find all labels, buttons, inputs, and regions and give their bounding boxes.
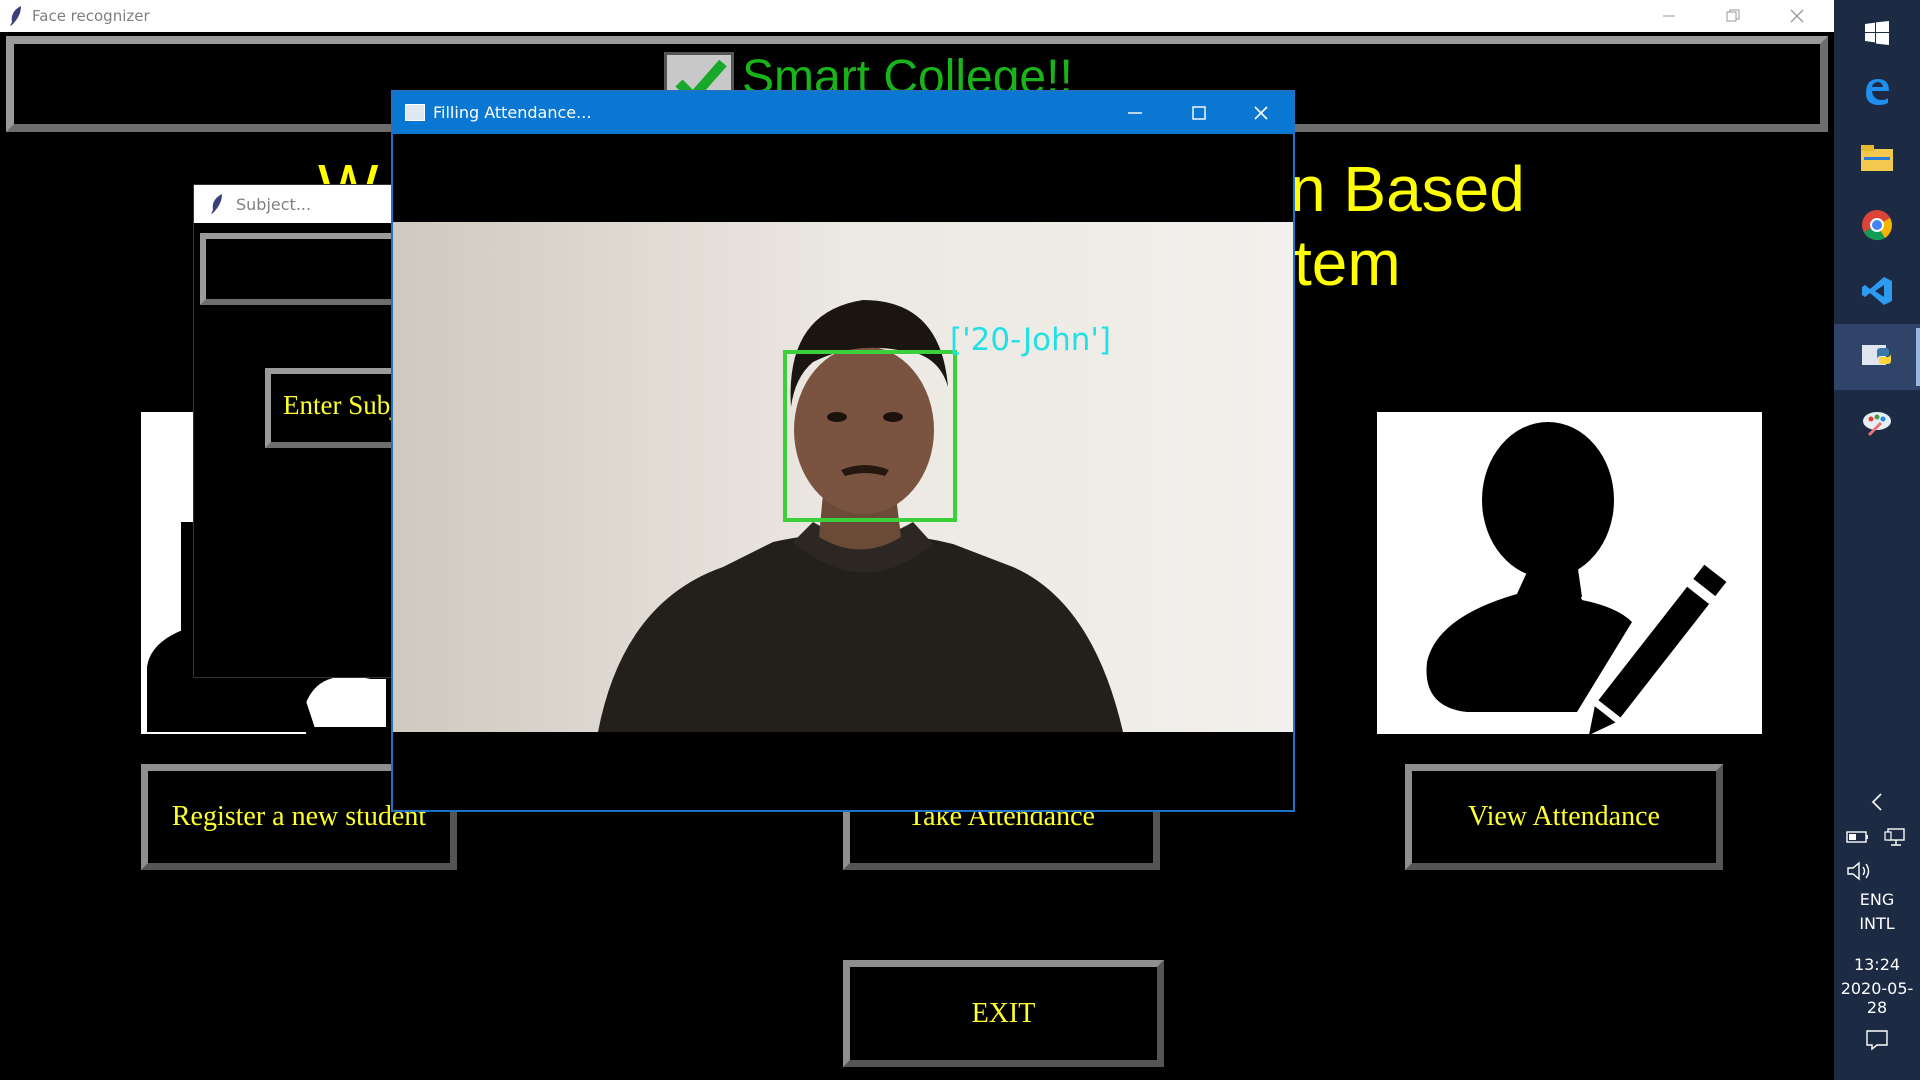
taskbar-python[interactable] — [1834, 324, 1920, 390]
input-language-line2[interactable]: INTL — [1834, 914, 1920, 933]
windows-taskbar: ENG INTL 13:24 2020-05-28 — [1834, 0, 1920, 1080]
attendance-window-title: Filling Attendance... — [433, 103, 592, 122]
python-icon — [1862, 345, 1891, 365]
edge-icon — [1866, 79, 1889, 105]
welcome-text-right-2: tem — [1294, 227, 1401, 299]
show-hidden-icons-button[interactable] — [1834, 772, 1920, 832]
subject-window-title: Subject... — [236, 195, 312, 214]
feather-icon — [211, 194, 222, 214]
subject-window: Subject... Enter Subj — [193, 184, 425, 678]
clock-time[interactable]: 13:24 — [1834, 955, 1920, 974]
minimize-icon — [1128, 112, 1142, 114]
chevron-left-icon — [1871, 793, 1882, 811]
view-attendance-image — [1377, 412, 1762, 734]
tray-icons-row — [1846, 828, 1908, 850]
restore-icon — [1726, 9, 1740, 22]
minimize-icon — [1663, 15, 1675, 17]
attendance-minimize-button[interactable] — [1103, 92, 1167, 134]
paint-icon — [1863, 412, 1891, 437]
input-language-line1[interactable]: ENG — [1834, 890, 1920, 909]
taskbar-vscode[interactable] — [1834, 258, 1920, 324]
recognized-face-label: ['20-John'] — [950, 322, 1111, 358]
feather-icon — [10, 6, 21, 26]
close-icon — [1254, 106, 1268, 120]
subject-titlebar[interactable]: Subject... — [194, 185, 412, 223]
start-button[interactable] — [1834, 0, 1920, 66]
windows-start-icon — [1865, 21, 1889, 45]
taskbar-file-explorer[interactable] — [1834, 125, 1920, 191]
minimize-button[interactable] — [1640, 0, 1698, 32]
chrome-icon — [1862, 210, 1892, 241]
attendance-maximize-button[interactable] — [1167, 92, 1231, 134]
view-attendance-button[interactable]: View Attendance — [1405, 764, 1723, 870]
filling-attendance-window: Filling Attendance... ['20-John'] — [391, 90, 1295, 812]
volume-button[interactable] — [1846, 860, 1876, 884]
restore-button[interactable] — [1704, 0, 1762, 32]
volume-icon — [1847, 861, 1870, 881]
attendance-close-button[interactable] — [1229, 92, 1293, 134]
vscode-icon — [1862, 277, 1892, 305]
camera-feed: ['20-John'] — [393, 222, 1293, 732]
taskbar-chrome[interactable] — [1834, 192, 1920, 258]
maximize-icon — [1192, 106, 1206, 120]
main-titlebar[interactable]: Face recognizer — [0, 0, 1834, 32]
subject-input-frame — [200, 233, 410, 305]
taskbar-paint[interactable] — [1834, 390, 1920, 456]
file-explorer-icon — [1861, 145, 1893, 171]
taskbar-edge[interactable] — [1834, 58, 1920, 124]
welcome-text-right-1: n Based — [1290, 153, 1525, 225]
main-window-title: Face recognizer — [32, 7, 150, 25]
battery-icon[interactable] — [1846, 828, 1870, 846]
notification-icon — [1866, 1030, 1888, 1051]
close-button[interactable] — [1768, 0, 1826, 32]
action-center-button[interactable] — [1834, 1010, 1920, 1070]
window-app-icon — [405, 104, 425, 121]
attendance-titlebar[interactable]: Filling Attendance... — [393, 92, 1293, 134]
network-icon[interactable] — [1884, 828, 1908, 848]
exit-button[interactable]: EXIT — [843, 960, 1164, 1067]
user-edit-icon — [1426, 422, 1738, 734]
face-detection-box — [783, 350, 957, 522]
close-icon — [1790, 9, 1804, 23]
